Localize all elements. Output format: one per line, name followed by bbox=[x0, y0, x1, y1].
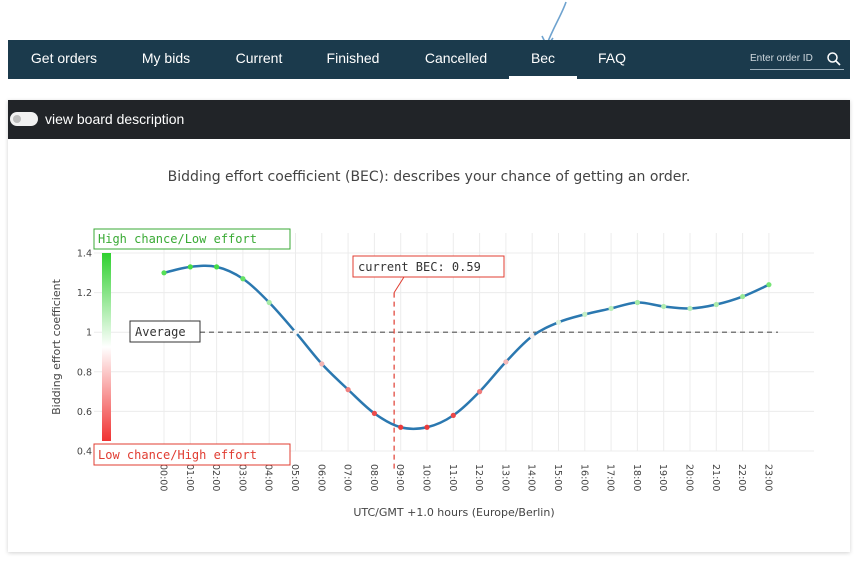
data-point bbox=[582, 311, 588, 317]
x-tick-label: 22:00 bbox=[736, 464, 747, 491]
bec-color-scale bbox=[102, 253, 111, 441]
nav-get-orders[interactable]: Get orders bbox=[26, 40, 102, 79]
y-tick-label: 1 bbox=[86, 328, 92, 339]
y-tick-label: 0.6 bbox=[77, 407, 92, 418]
data-point bbox=[661, 303, 667, 310]
data-point bbox=[608, 305, 614, 312]
average-label: Average bbox=[135, 325, 186, 339]
x-tick-label: 15:00 bbox=[552, 464, 563, 491]
order-search bbox=[750, 48, 844, 70]
x-tick-label: 01:00 bbox=[184, 464, 195, 491]
nav-current[interactable]: Current bbox=[230, 40, 288, 79]
search-icon[interactable] bbox=[826, 51, 842, 67]
x-tick-label: 19:00 bbox=[657, 464, 668, 491]
x-tick-label: 00:00 bbox=[158, 464, 169, 491]
x-tick-label: 16:00 bbox=[578, 464, 589, 491]
low-chance-label: Low chance/High effort bbox=[98, 448, 257, 462]
current-bec-pointer bbox=[393, 276, 405, 293]
nav-my-bids[interactable]: My bids bbox=[135, 40, 197, 79]
nav-cancelled[interactable]: Cancelled bbox=[418, 40, 494, 79]
x-tick-label: 17:00 bbox=[605, 464, 616, 491]
x-tick-label: 09:00 bbox=[394, 464, 405, 491]
top-navbar: Get orders My bids Current Finished Canc… bbox=[8, 40, 850, 79]
data-point bbox=[713, 301, 719, 308]
y-tick-label: 0.4 bbox=[77, 447, 92, 458]
x-tick-label: 05:00 bbox=[289, 464, 300, 491]
x-tick-label: 03:00 bbox=[236, 464, 247, 491]
bec-line bbox=[163, 264, 770, 431]
data-point bbox=[529, 333, 535, 339]
x-tick-label: 23:00 bbox=[762, 464, 773, 491]
data-point bbox=[634, 299, 641, 306]
data-point bbox=[292, 329, 299, 335]
x-tick-label: 12:00 bbox=[473, 464, 484, 491]
data-point bbox=[214, 264, 220, 270]
current-bec-box: current BEC: 0.59 bbox=[352, 255, 505, 278]
bec-chart: 0.4 0.6 0.8 1 1.2 1.4 00:00 01:00 02:00 03:00 04:… bbox=[50, 228, 814, 519]
y-tick-label: 1.2 bbox=[77, 288, 92, 299]
order-id-input[interactable] bbox=[750, 53, 822, 64]
x-tick-label: 07:00 bbox=[342, 464, 353, 491]
x-tick-label: 13:00 bbox=[499, 464, 510, 491]
data-point bbox=[450, 412, 456, 418]
data-point bbox=[371, 410, 377, 416]
x-axis-title: UTC/GMT +1.0 hours (Europe/Berlin) bbox=[353, 506, 554, 519]
y-tick-label: 1.4 bbox=[77, 249, 92, 260]
low-chance-box: Low chance/High effort bbox=[93, 443, 291, 466]
x-tick-label: 04:00 bbox=[263, 464, 274, 491]
high-chance-box: High chance/Low effort bbox=[93, 228, 291, 250]
nav-faq[interactable]: FAQ bbox=[592, 40, 632, 79]
data-point bbox=[240, 276, 246, 282]
x-tick-label: 18:00 bbox=[631, 464, 642, 491]
x-tick-label: 20:00 bbox=[684, 464, 695, 491]
x-tick-label: 14:00 bbox=[526, 464, 537, 491]
x-tick-label: 02:00 bbox=[210, 464, 221, 491]
data-point bbox=[740, 293, 746, 300]
y-tick-label: 0.8 bbox=[77, 367, 92, 378]
nav-finished[interactable]: Finished bbox=[320, 40, 386, 79]
data-point bbox=[345, 387, 351, 393]
data-point bbox=[555, 319, 562, 325]
data-point bbox=[766, 282, 772, 288]
data-point bbox=[319, 361, 325, 367]
current-bec-label: current BEC: 0.59 bbox=[358, 260, 481, 274]
data-point bbox=[424, 424, 430, 430]
y-axis-title: Bidding effort coefficient bbox=[50, 278, 63, 415]
data-point bbox=[266, 299, 272, 306]
data-point bbox=[398, 424, 404, 430]
x-tick-label: 10:00 bbox=[421, 464, 432, 491]
data-point bbox=[161, 270, 167, 276]
x-tick-label: 21:00 bbox=[710, 464, 721, 491]
average-box: Average bbox=[129, 320, 201, 343]
data-point bbox=[477, 389, 483, 395]
data-point bbox=[687, 305, 693, 312]
x-tick-label: 08:00 bbox=[368, 464, 379, 491]
data-point bbox=[187, 264, 193, 270]
high-chance-label: High chance/Low effort bbox=[98, 232, 257, 246]
nav-bec[interactable]: Bec bbox=[509, 40, 577, 79]
x-tick-label: 11:00 bbox=[447, 464, 458, 491]
bec-card: view board description Bidding effort co… bbox=[8, 100, 850, 552]
data-point bbox=[503, 359, 509, 365]
x-tick-label: 06:00 bbox=[315, 464, 326, 491]
